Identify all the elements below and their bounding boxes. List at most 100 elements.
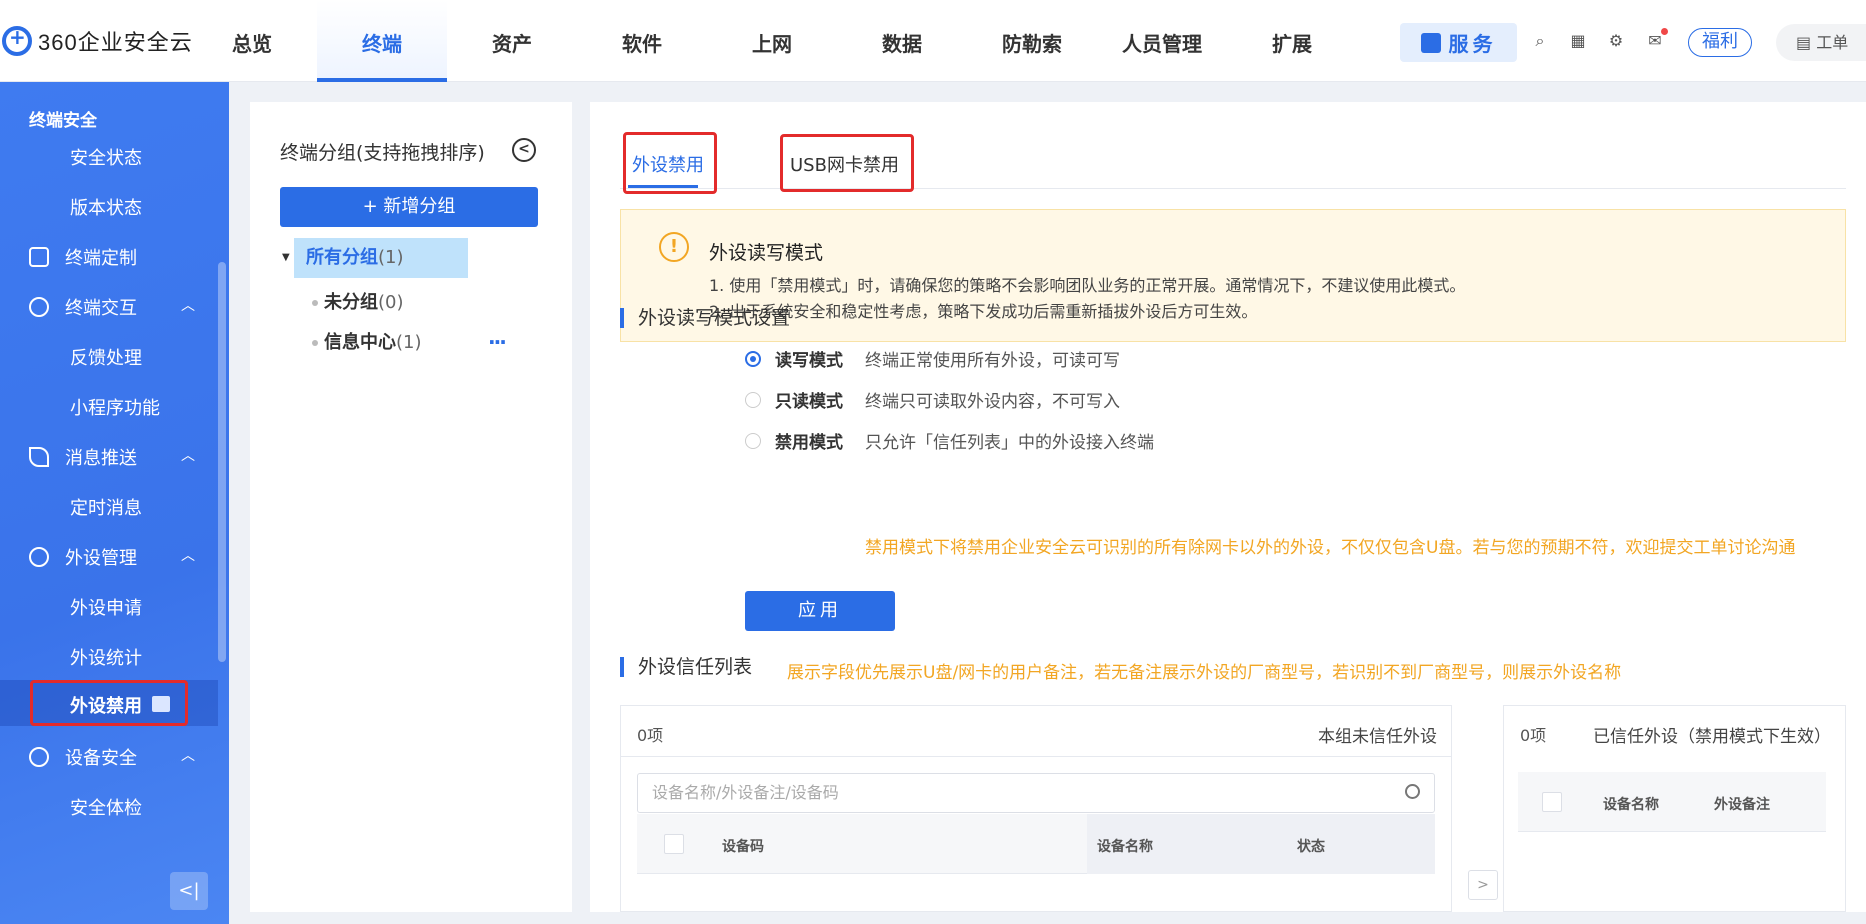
untrusted-title: 本组未信任外设 (1318, 727, 1437, 747)
tree-item-ungrouped[interactable]: 未分组(0) (312, 288, 404, 314)
radio-read-only[interactable]: 只读模式 终端只可读取外设内容，不可写入 (745, 387, 1120, 412)
caret-down-icon[interactable]: ▼ (282, 252, 290, 263)
column-header[interactable]: 外设备注 (1714, 794, 1770, 814)
trusted-list: 0项 已信任外设（禁用模式下生效） 设备名称 外设备注 (1503, 705, 1846, 912)
sidebar-item-terminal-custom[interactable]: 终端定制 (29, 244, 137, 270)
sidebar-item-miniprogram[interactable]: 小程序功能 (70, 394, 160, 420)
sidebar-item-label: 终端交互 (65, 298, 137, 319)
puzzle-icon (1420, 32, 1441, 53)
radio-read-write[interactable]: 读写模式 终端正常使用所有外设，可读可写 (745, 346, 1120, 371)
shield-icon (29, 747, 49, 767)
highlight-box (30, 680, 188, 726)
radio-checked-icon[interactable] (745, 350, 761, 367)
select-all-checkbox[interactable] (664, 834, 684, 854)
sidebar-item-label: 设备安全 (65, 748, 137, 769)
collapse-panel-icon[interactable]: < (512, 138, 536, 162)
logo-text: 360企业安全云 (38, 30, 193, 55)
disable-mode-warning: 禁用模式下将禁用企业安全云可识别的所有除网卡以外的外设，不仅仅包含U盘。若与您的… (865, 538, 1796, 558)
tree-item-count: 0 (385, 292, 397, 313)
radio-label: 禁用模式 (775, 433, 843, 453)
nav-item-internet[interactable]: 上网 (707, 0, 837, 82)
interact-icon (29, 297, 49, 317)
nav-item-terminal[interactable]: 终端 (317, 0, 447, 82)
transfer-right-button[interactable]: > (1468, 870, 1498, 900)
radio-disable[interactable]: 禁用模式 只允许「信任列表」中的外设接入终端 (745, 428, 1154, 453)
edit-icon (29, 247, 49, 267)
nav-item-software[interactable]: 软件 (577, 0, 707, 82)
highlight-box (780, 134, 914, 192)
ticket-button[interactable]: ▤ 工单 (1776, 24, 1866, 61)
service-button[interactable]: 服务 (1400, 23, 1517, 62)
sidebar-section-title: 终端安全 (29, 111, 97, 131)
gear-icon[interactable]: ⚙ (1607, 32, 1625, 50)
tree-item-count: 1 (403, 332, 415, 353)
chevron-up-icon: ︿ (181, 448, 195, 464)
highlight-box (623, 132, 717, 194)
radio-desc: 终端只可读取外设内容，不可写入 (865, 392, 1120, 412)
sidebar-collapse-button[interactable]: <| (170, 872, 208, 910)
nav-item-assets[interactable]: 资产 (447, 0, 577, 82)
search-icon[interactable]: ⌕ (1531, 32, 1549, 50)
chevron-up-icon: ︿ (181, 748, 195, 764)
radio-icon[interactable] (745, 432, 761, 449)
column-header[interactable]: 状态 (1297, 836, 1325, 856)
mail-icon[interactable]: ✉ (1646, 28, 1668, 50)
column-header[interactable]: 设备码 (722, 836, 764, 856)
radio-desc: 只允许「信任列表」中的外设接入终端 (865, 433, 1154, 453)
send-icon (29, 447, 49, 467)
column-header[interactable]: 设备名称 (1097, 836, 1153, 856)
trusted-title: 已信任外设（禁用模式下生效） (1593, 727, 1831, 747)
nav-item-extend[interactable]: 扩展 (1227, 0, 1357, 82)
sidebar-group-terminal-interact[interactable]: 终端交互 ︿ (29, 294, 195, 320)
notice-line: 2. 出于系统安全和稳定性考虑，策略下发成功后需重新插拔外设后方可生效。 (709, 302, 1258, 321)
radio-icon[interactable] (745, 391, 761, 408)
select-all-checkbox[interactable] (1542, 792, 1562, 812)
radio-label: 读写模式 (775, 351, 843, 371)
nav-item-overview[interactable]: 总览 (230, 0, 274, 82)
device-search-input[interactable]: 设备名称/外设备注/设备码 (637, 773, 1435, 813)
search-placeholder: 设备名称/外设备注/设备码 (652, 783, 839, 802)
sidebar-item-peripheral-stats[interactable]: 外设统计 (70, 644, 142, 670)
search-icon[interactable] (1405, 784, 1420, 799)
tree-item-info-center[interactable]: 信息中心(1) (312, 328, 422, 354)
mode-settings-title: 外设读写模式设置 (620, 308, 790, 328)
top-bar: 360企业安全云 总览 终端 资产 软件 上网 数据 防勒索 人员管理 扩展 服… (0, 0, 1866, 82)
chevron-up-icon: ︿ (181, 548, 195, 564)
more-icon[interactable]: ··· (488, 330, 507, 354)
logo[interactable]: 360企业安全云 (0, 24, 193, 58)
sidebar-group-device-security[interactable]: 设备安全 ︿ (29, 744, 195, 770)
service-label: 服务 (1448, 32, 1497, 56)
untrusted-count: 0项 (637, 726, 664, 745)
group-panel-title: 终端分组(支持拖拽排序) (280, 142, 485, 164)
sidebar-item-scheduled-msg[interactable]: 定时消息 (70, 494, 142, 520)
sidebar-item-security-check[interactable]: 安全体检 (70, 794, 142, 820)
fuli-button[interactable]: 福利 (1688, 28, 1752, 57)
tree-item-label: 信息中心 (324, 332, 396, 353)
notification-dot (1661, 28, 1668, 35)
sidebar-scrollbar[interactable] (218, 262, 226, 662)
tree-item-label: 所有分组 (306, 247, 378, 268)
sidebar-item-feedback[interactable]: 反馈处理 (70, 344, 142, 370)
nav-item-ransomware[interactable]: 防勒索 (967, 0, 1097, 82)
sidebar: 终端安全 安全状态 版本状态 终端定制 终端交互 ︿ 反馈处理 小程序功能 消息… (0, 82, 229, 924)
sidebar-item-label: 终端定制 (65, 248, 137, 269)
untrusted-list: 0项 本组未信任外设 设备名称/外设备注/设备码 设备码 设备名称 状态 (620, 705, 1452, 912)
ticket-label: 工单 (1816, 33, 1849, 52)
sidebar-item-version-status[interactable]: 版本状态 (70, 194, 142, 220)
column-header[interactable]: 设备名称 (1603, 794, 1659, 814)
nav-item-data[interactable]: 数据 (837, 0, 967, 82)
tree-item-all-groups[interactable]: 所有分组(1) (294, 238, 468, 278)
main-nav: 总览 终端 资产 软件 上网 数据 防勒索 人员管理 扩展 (230, 0, 1357, 82)
sidebar-item-security-status[interactable]: 安全状态 (70, 144, 142, 170)
notice-line: 1. 使用「禁用模式」时，请确保您的策略不会影响团队业务的正常开展。通常情况下，… (709, 276, 1466, 295)
add-group-button[interactable]: + 新增分组 (280, 187, 538, 227)
apply-button[interactable]: 应用 (745, 591, 895, 631)
main-panel: 外设禁用 USB网卡禁用 ! 外设读写模式 1. 使用「禁用模式」时，请确保您的… (590, 102, 1866, 912)
sidebar-group-message-push[interactable]: 消息推送 ︿ (29, 444, 195, 470)
nav-item-people[interactable]: 人员管理 (1097, 0, 1227, 82)
tree-item-label: 未分组 (324, 292, 378, 313)
group-panel: 终端分组(支持拖拽排序) < + 新增分组 ▼ 所有分组(1) 未分组(0) 信… (250, 102, 572, 912)
qrcode-icon[interactable]: ▦ (1569, 32, 1587, 50)
sidebar-group-peripheral-mgmt[interactable]: 外设管理 ︿ (29, 544, 195, 570)
sidebar-item-peripheral-apply[interactable]: 外设申请 (70, 594, 142, 620)
